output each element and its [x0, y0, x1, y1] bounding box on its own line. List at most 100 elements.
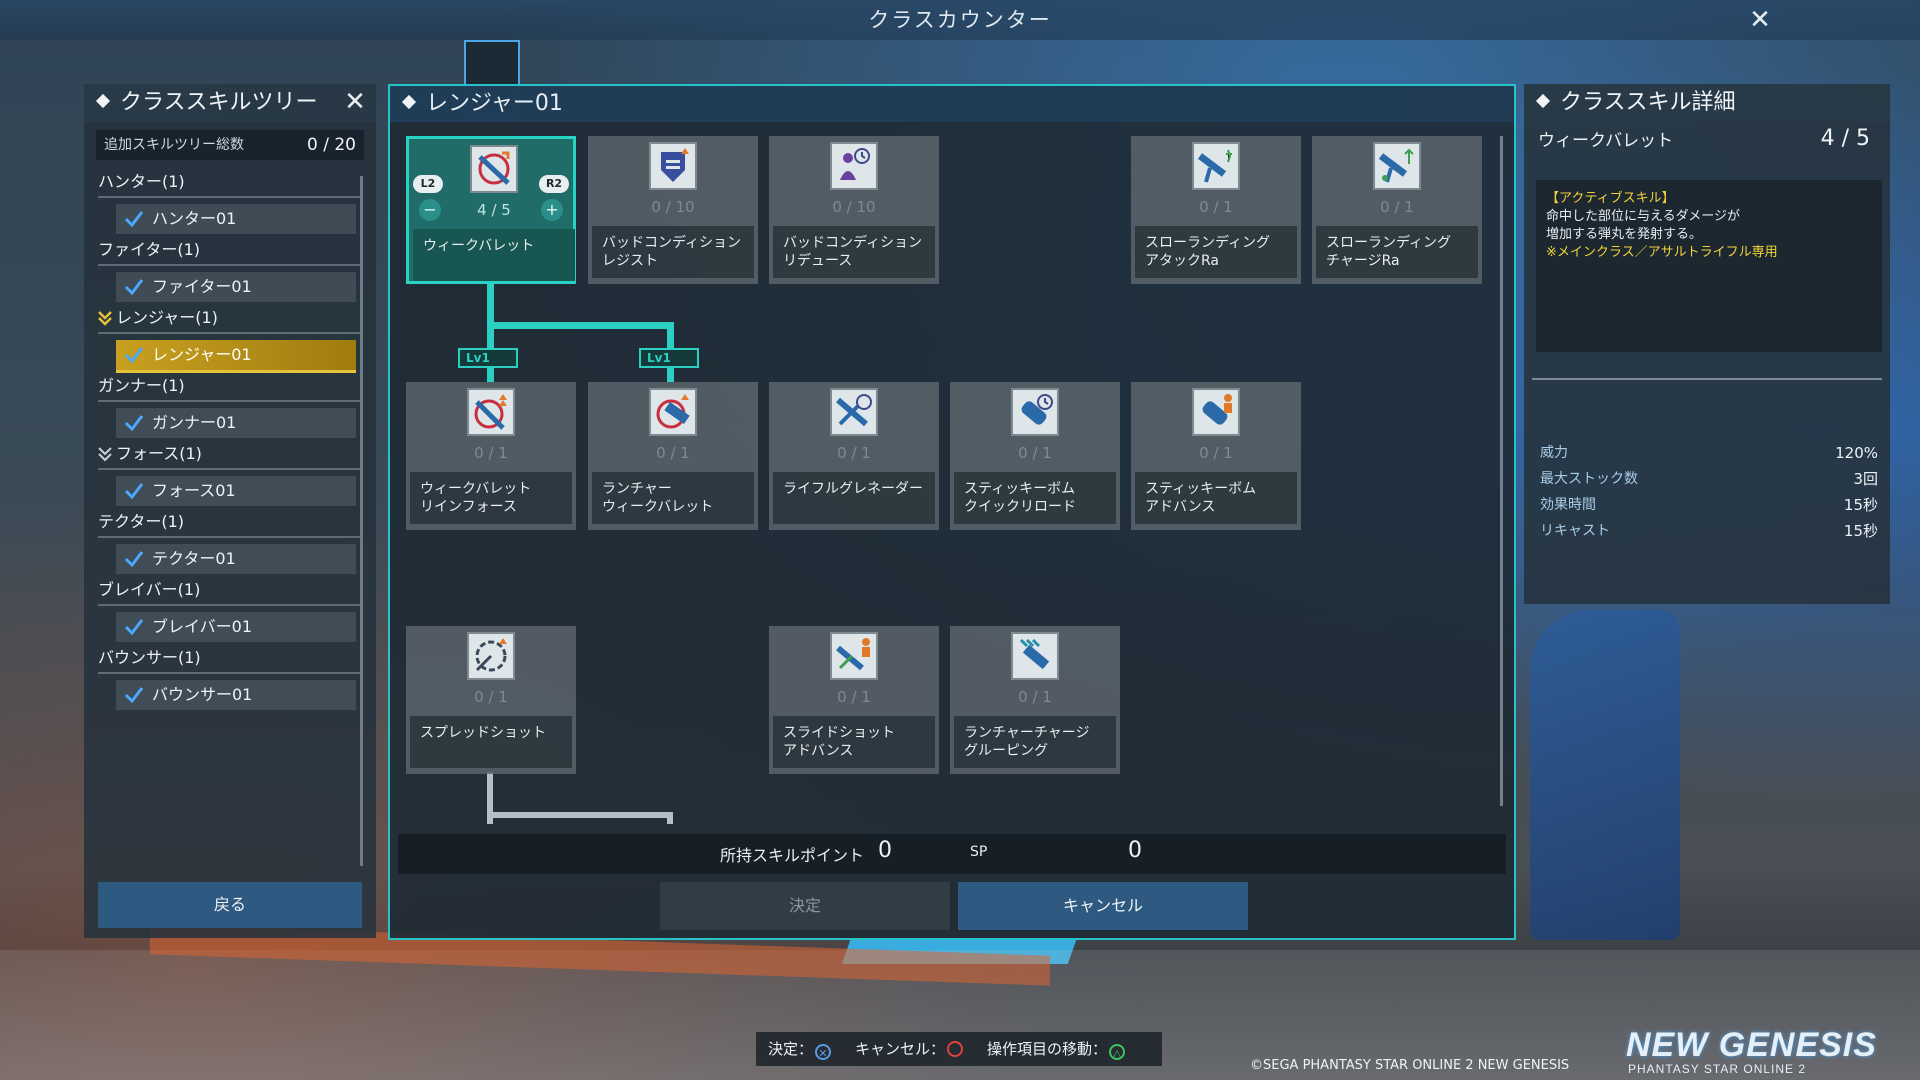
class-header-bouncer: バウンサー(1)	[98, 644, 360, 674]
skill-level: 0 / 1	[1018, 444, 1052, 462]
close-icon[interactable]: ✕	[340, 84, 370, 122]
skill-node-bad-condition-reduce[interactable]: 0 / 10 バッドコンディション リデュース	[769, 136, 939, 284]
total-skill-tree-value: 0 / 20	[307, 135, 356, 155]
level-requirement-tag: Lv1	[639, 348, 699, 368]
skill-node-rifle-grenader[interactable]: 0 / 1 ライフルグレネーダー	[769, 382, 939, 530]
restriction-note: ※メインクラス／アサルトライフル専用	[1546, 245, 1778, 260]
stat-row-power: 威力 120%	[1540, 444, 1878, 462]
skill-node-slow-landing-attack[interactable]: 0 / 1 スローランディング アタックRa	[1131, 136, 1301, 284]
check-icon	[124, 347, 144, 364]
skill-detail-panel: クラススキル詳細 ウィークバレット 4 / 5 【アクティブスキル】 命中した部…	[1524, 84, 1890, 604]
cancel-button[interactable]: キャンセル	[958, 882, 1248, 930]
skill-description: 【アクティブスキル】 命中した部位に与えるダメージが 増加する弾丸を発射する。 …	[1536, 180, 1882, 352]
class-item-ranger01[interactable]: レンジャー01	[116, 340, 356, 373]
skill-name: ウィークバレット	[413, 229, 575, 281]
rifle-sparkle-icon	[1192, 142, 1240, 190]
check-icon	[124, 415, 144, 432]
game-logo: NEW GENESIS PHANTASY STAR ONLINE 2	[1626, 1026, 1877, 1076]
diamond-icon	[1535, 93, 1551, 109]
class-item-gunner01[interactable]: ガンナー01	[116, 408, 356, 438]
check-icon	[124, 483, 144, 500]
cross-button-icon: ✕	[815, 1044, 832, 1060]
class-header-hunter: ハンター(1)	[98, 168, 360, 198]
total-skill-tree-label: 追加スキルツリー総数	[104, 137, 244, 153]
skill-level: 0 / 1	[837, 444, 871, 462]
class-skill-tree-panel: クラススキルツリー ✕ 追加スキルツリー総数 0 / 20 ハンター(1) ハン…	[84, 84, 376, 938]
class-header-ranger: レンジャー(1)	[98, 304, 360, 334]
skill-level: 0 / 1	[837, 688, 871, 706]
skill-point-bar: 所持スキルポイント 0 SP 0	[398, 834, 1506, 874]
skill-tree-scrollbar[interactable]	[1500, 136, 1503, 806]
person-clock-icon	[830, 142, 878, 190]
skill-name: スライドショット アドバンス	[773, 716, 935, 768]
skill-level: 0 / 1	[1018, 688, 1052, 706]
stat-row-duration: 効果時間 15秒	[1540, 496, 1878, 514]
detail-skill-name: ウィークバレット	[1538, 131, 1674, 151]
weak-bullet-plus-icon	[467, 388, 515, 436]
class-item-force01[interactable]: フォース01	[116, 476, 356, 506]
skill-name: ライフルグレネーダー	[773, 472, 935, 524]
stat-row-max-stock: 最大ストック数 3回	[1540, 470, 1878, 488]
class-item-bouncer01[interactable]: バウンサー01	[116, 680, 356, 710]
skill-level: 0 / 10	[651, 198, 695, 216]
sp-value: 0	[1128, 838, 1142, 863]
skill-level: 0 / 1	[474, 688, 508, 706]
skill-node-sticky-bomb-quick-reload[interactable]: 0 / 1 スティッキーボム クイックリロード	[950, 382, 1120, 530]
tree-connector	[487, 812, 673, 818]
triangle-button-icon: △	[1109, 1044, 1126, 1060]
skill-level: 0 / 1	[1199, 198, 1233, 216]
diamond-icon	[95, 93, 111, 109]
skill-node-bad-condition-resist[interactable]: 0 / 10 バッドコンディション レジスト	[588, 136, 758, 284]
skill-name: スティッキーボム クイックリロード	[954, 472, 1116, 524]
shield-badge-icon	[649, 142, 697, 190]
description-line: 命中した部位に与えるダメージが	[1546, 209, 1740, 224]
bomb-clock-icon	[1011, 388, 1059, 436]
skill-name: スローランディング チャージRa	[1316, 226, 1478, 278]
launcher-grouping-icon	[1011, 632, 1059, 680]
class-item-techter01[interactable]: テクター01	[116, 544, 356, 574]
skill-node-sticky-bomb-advance[interactable]: 0 / 1 スティッキーボム アドバンス	[1131, 382, 1301, 530]
close-icon[interactable]: ✕	[1740, 0, 1780, 40]
skill-node-spread-shot[interactable]: 0 / 1 スプレッドショット	[406, 626, 576, 774]
tree-list-scrollbar[interactable]	[360, 176, 363, 866]
confirm-button[interactable]: 決定	[660, 882, 950, 930]
skill-name: スローランディング アタックRa	[1135, 226, 1297, 278]
skill-level: 0 / 1	[656, 444, 690, 462]
skill-node-weak-bullet[interactable]: L2 R2 − + 4 / 5 ウィークバレット	[406, 136, 576, 284]
skill-node-slow-landing-charge[interactable]: 0 / 1 スローランディング チャージRa	[1312, 136, 1482, 284]
back-button[interactable]: 戻る	[98, 882, 362, 928]
skill-name: ウィークバレット リインフォース	[410, 472, 572, 524]
skill-point-label: 所持スキルポイント	[720, 846, 865, 865]
tree-connector	[667, 368, 674, 382]
class-item-hunter01[interactable]: ハンター01	[116, 204, 356, 234]
total-skill-tree-row: 追加スキルツリー総数 0 / 20	[96, 130, 364, 160]
weak-bullet-icon	[470, 145, 518, 193]
diamond-icon	[401, 94, 417, 110]
rifle-charge-icon	[1373, 142, 1421, 190]
tree-panel-title: クラススキルツリー	[120, 90, 318, 115]
skill-type-tag: 【アクティブスキル】	[1546, 191, 1675, 206]
class-header-techter: テクター(1)	[98, 508, 360, 538]
circle-button-icon	[947, 1041, 964, 1057]
check-icon	[124, 619, 144, 636]
r2-button-icon: R2	[539, 175, 569, 193]
divider	[1532, 378, 1882, 380]
tree-connector	[667, 812, 673, 824]
detail-skill-level: 4 / 5	[1820, 126, 1870, 151]
skill-name: ランチャー ウィークバレット	[592, 472, 754, 524]
class-item-braver01[interactable]: ブレイバー01	[116, 612, 356, 642]
skill-tree-panel: レンジャー01 Lv1 Lv1 L2 R2 − + 4 / 5 ウィークバレット…	[388, 84, 1516, 940]
sub-class-icon	[98, 447, 112, 462]
description-line: 増加する弾丸を発射する。	[1546, 227, 1703, 242]
skill-node-launcher-weak-bullet[interactable]: 0 / 1 ランチャー ウィークバレット	[588, 382, 758, 530]
skill-level: 0 / 1	[1380, 198, 1414, 216]
skill-node-weak-bullet-reinforce[interactable]: 0 / 1 ウィークバレット リインフォース	[406, 382, 576, 530]
skill-node-slide-shot-advance[interactable]: 0 / 1 スライドショット アドバンス	[769, 626, 939, 774]
skill-name: スティッキーボム アドバンス	[1135, 472, 1297, 524]
skill-node-launcher-charge-grouping[interactable]: 0 / 1 ランチャーチャージ グルーピング	[950, 626, 1120, 774]
bomb-person-icon	[1192, 388, 1240, 436]
spread-shot-icon	[467, 632, 515, 680]
class-item-fighter01[interactable]: ファイター01	[116, 272, 356, 302]
class-header-braver: ブレイバー(1)	[98, 576, 360, 606]
detail-panel-title: クラススキル詳細	[1560, 90, 1736, 115]
